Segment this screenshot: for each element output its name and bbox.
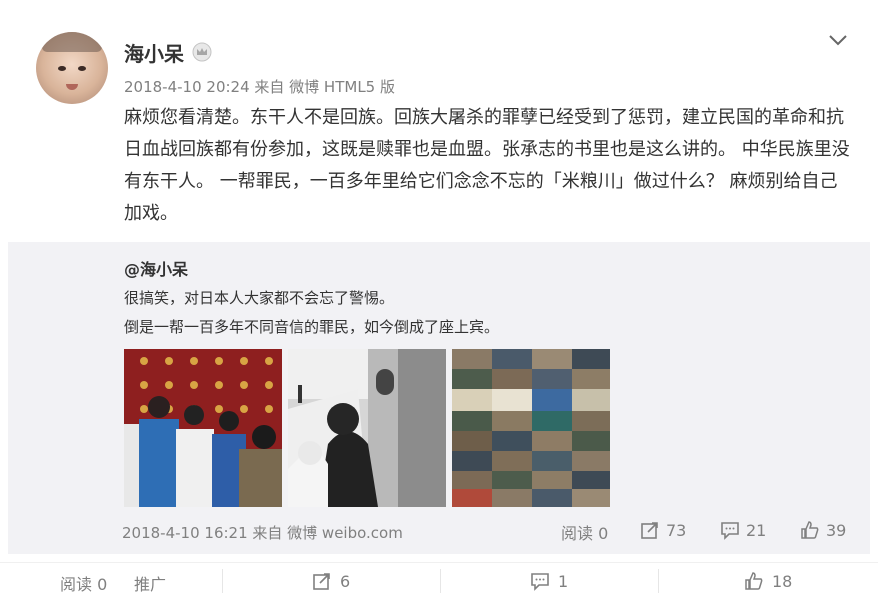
promote-label: 推广 bbox=[134, 575, 167, 594]
comment-button[interactable]: 1 bbox=[530, 571, 568, 591]
divider bbox=[440, 569, 441, 593]
photo-thumbnail[interactable] bbox=[124, 349, 282, 507]
repost-button[interactable]: 6 bbox=[312, 571, 350, 591]
photo-thumbnail[interactable] bbox=[288, 349, 446, 507]
action-bar: 阅读 0 推广 6 1 18 bbox=[0, 562, 878, 594]
crown-badge-icon[interactable] bbox=[192, 42, 212, 62]
chevron-down-icon[interactable] bbox=[826, 30, 850, 50]
share-icon bbox=[313, 573, 330, 590]
repost-text-line: 倒是一帮一百多年不同音信的罪民，如今倒成了座上宾。 bbox=[124, 318, 500, 336]
repost-block[interactable]: @海小呆 很搞笑，对日本人大家都不会忘了警惕。 倒是一帮一百多年不同音信的罪民，… bbox=[8, 242, 870, 554]
post-text: 麻烦您看清楚。东干人不是回族。回族大屠杀的罪孽已经受到了惩罚，建立民国的革命和抗… bbox=[124, 107, 850, 224]
repost-share-button[interactable]: 73 bbox=[640, 520, 686, 540]
read-count: 阅读 0 bbox=[60, 571, 107, 595]
like-count: 18 bbox=[772, 571, 793, 591]
comment-icon bbox=[721, 522, 739, 540]
like-button[interactable]: 18 bbox=[744, 571, 792, 591]
repost-like-button[interactable]: 39 bbox=[800, 520, 846, 540]
repost-meta: 2018-4-10 16:21 来自 微博 weibo.com bbox=[122, 524, 403, 542]
divider bbox=[222, 569, 223, 593]
read-count-label: 阅读 0 bbox=[561, 524, 609, 543]
comment-icon bbox=[531, 573, 549, 591]
repost-read-count: 阅读 0 bbox=[561, 520, 608, 544]
comment-count: 1 bbox=[558, 571, 569, 591]
repost-count: 6 bbox=[340, 571, 351, 591]
repost-author[interactable]: @海小呆 bbox=[124, 256, 188, 280]
repost-text-line: 很搞笑，对日本人大家都不会忘了警惕。 bbox=[124, 289, 395, 307]
thumbs-up-icon bbox=[801, 521, 819, 539]
divider bbox=[658, 569, 659, 593]
read-count-label: 阅读 0 bbox=[60, 575, 108, 594]
post-meta: 2018-4-10 20:24 来自 微博 HTML5 版 bbox=[124, 78, 395, 96]
repost-comment-button[interactable]: 21 bbox=[720, 520, 766, 540]
photo-thumbnail[interactable] bbox=[452, 349, 610, 507]
thumbs-up-icon bbox=[745, 572, 763, 590]
avatar[interactable] bbox=[36, 32, 108, 104]
share-icon bbox=[641, 522, 658, 539]
weibo-post-card: 海小呆 2018-4-10 20:24 来自 微博 HTML5 版 麻烦您看清楚… bbox=[0, 0, 878, 594]
like-count: 39 bbox=[826, 520, 847, 540]
promote-button[interactable]: 推广 bbox=[134, 571, 166, 595]
username[interactable]: 海小呆 bbox=[124, 38, 184, 67]
share-count: 73 bbox=[666, 520, 687, 540]
comment-count: 21 bbox=[746, 520, 767, 540]
